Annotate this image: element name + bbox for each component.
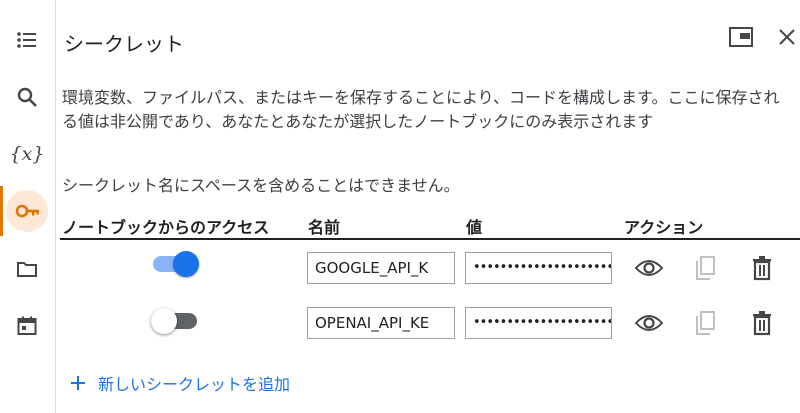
plus-icon <box>71 376 85 390</box>
variables-glyph: {x} <box>9 143 45 165</box>
header-notebook-access: ノートブックからのアクセス <box>62 218 270 237</box>
delete-icon[interactable] <box>746 307 778 339</box>
active-indicator <box>0 186 3 236</box>
header-value: 値 <box>466 218 483 237</box>
notebook-access-toggle[interactable] <box>151 306 201 336</box>
add-secret-label: 新しいシークレットを追加 <box>98 375 291 394</box>
notebook-access-toggle[interactable] <box>151 249 201 279</box>
close-icon[interactable] <box>772 22 800 52</box>
secret-value-input[interactable]: •••••••••••••••••••••• <box>465 252 612 284</box>
header-name: 名前 <box>308 218 341 237</box>
visibility-icon[interactable] <box>633 307 665 339</box>
description-text: 環境変数、ファイルパス、またはキーを保存することにより、コードを構成します。ここ… <box>62 88 780 131</box>
sidebar-rail: {x} <box>0 0 56 413</box>
visibility-icon[interactable] <box>633 252 665 284</box>
variables-icon[interactable]: {x} <box>6 133 48 175</box>
add-secret-button[interactable]: 新しいシークレットを追加 <box>70 371 290 395</box>
copy-icon[interactable] <box>689 252 721 284</box>
table-of-contents-icon[interactable] <box>6 19 48 61</box>
secret-name-input[interactable]: OPENAI_API_KE <box>307 307 455 339</box>
secret-value-input[interactable]: •••••••••••••••••••••• <box>465 307 612 339</box>
header-divider <box>60 238 800 240</box>
delete-icon[interactable] <box>746 252 778 284</box>
calendar-icon[interactable] <box>6 305 48 347</box>
secret-name-input[interactable]: GOOGLE_API_K <box>307 252 455 284</box>
copy-icon[interactable] <box>689 307 721 339</box>
open-in-tab-icon[interactable] <box>726 22 756 52</box>
name-rule-note: シークレット名にスペースを含めることはできません。 <box>62 176 460 195</box>
search-icon[interactable] <box>6 76 48 118</box>
header-actions: アクション <box>624 218 704 237</box>
key-icon[interactable] <box>6 190 48 232</box>
panel-title: シークレット <box>64 32 184 56</box>
folder-icon[interactable] <box>6 248 48 290</box>
